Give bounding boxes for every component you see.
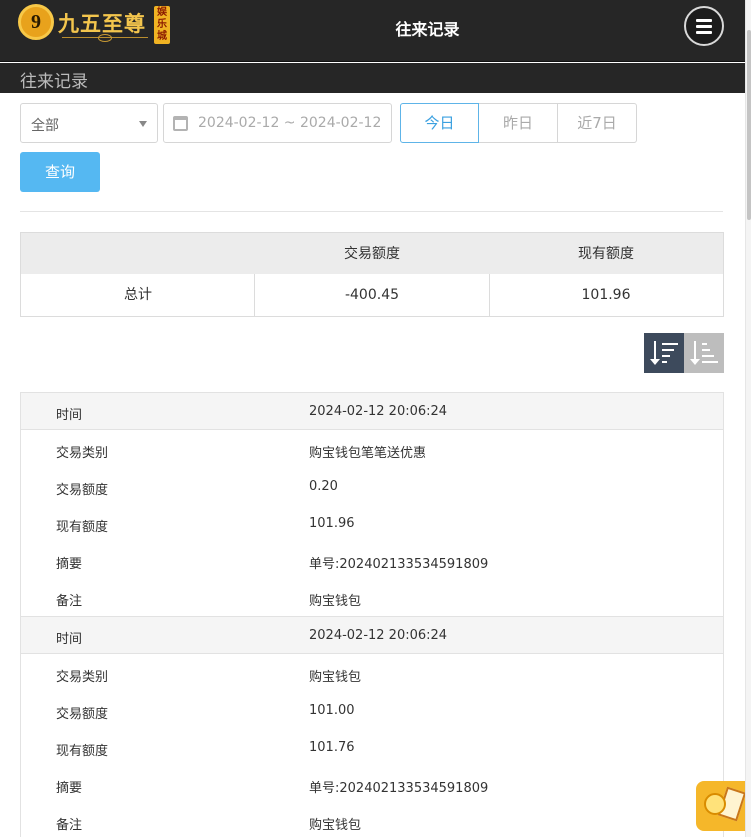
sort-ascending-icon — [694, 341, 696, 361]
calendar-icon — [173, 116, 188, 131]
record-row-time: 时间 2024-02-12 20:06:24 — [21, 617, 723, 654]
caret-down-icon — [139, 121, 147, 127]
record-row: 交易额度 101.00 — [21, 692, 723, 729]
record-value: 单号:202402133534591809 — [309, 781, 489, 796]
record-value: 2024-02-12 20:06:24 — [309, 628, 448, 643]
record-label: 备注 — [56, 594, 83, 609]
top-bar: 9 九五至尊 娱乐城 往来记录 — [0, 0, 745, 62]
sort-descending-icon — [662, 349, 674, 351]
hamburger-menu-icon — [696, 31, 712, 34]
record-value: 购宝钱包笔笔送优惠 — [309, 446, 427, 461]
record-label: 交易类别 — [56, 670, 109, 685]
sort-ascending-button[interactable] — [684, 333, 724, 373]
record-row: 交易类别 购宝钱包笔笔送优惠 — [21, 431, 723, 468]
sort-ascending-icon — [702, 355, 714, 357]
summary-total-balance: 101.96 — [581, 287, 631, 303]
record-row: 现有额度 101.96 — [21, 505, 723, 542]
sort-descending-icon — [654, 341, 656, 361]
record-value: 购宝钱包 — [309, 670, 362, 685]
floating-promo-button[interactable] — [696, 781, 746, 831]
sort-ascending-icon — [690, 359, 700, 365]
summary-total-amount: -400.45 — [344, 287, 400, 303]
record-value: 2024-02-12 20:06:24 — [309, 404, 448, 419]
sort-descending-icon — [662, 343, 678, 345]
range-yesterday-button[interactable]: 昨日 — [479, 103, 558, 143]
scrollbar[interactable] — [745, 0, 751, 837]
summary-col-amount: 交易额度 — [344, 246, 400, 262]
record-label: 摘要 — [56, 781, 83, 796]
menu-button[interactable] — [684, 6, 724, 46]
record-label: 交易额度 — [56, 483, 109, 498]
transaction-type-select[interactable]: 全部 — [20, 103, 158, 143]
summary-row-label: 总计 — [124, 287, 152, 303]
record-row: 交易类别 购宝钱包 — [21, 655, 723, 692]
range-7days-button[interactable]: 近7日 — [558, 103, 637, 143]
record-value: 101.00 — [309, 703, 355, 718]
sort-descending-button[interactable] — [644, 333, 684, 373]
summary-col-balance: 现有额度 — [578, 246, 634, 262]
record-row: 摘要 单号:202402133534591809 — [21, 766, 723, 803]
records-list: 时间 2024-02-12 20:06:24 交易类别 购宝钱包笔笔送优惠 交易… — [20, 392, 724, 837]
divider — [20, 211, 723, 212]
select-value: 全部 — [31, 118, 59, 134]
range-today-button[interactable]: 今日 — [400, 103, 479, 143]
sort-ascending-icon — [702, 361, 718, 363]
sort-descending-icon — [662, 355, 670, 357]
sort-ascending-icon — [702, 343, 707, 345]
section-title: 往来记录 — [20, 72, 88, 92]
record-row: 摘要 单号:202402133534591809 — [21, 542, 723, 579]
record-row: 备注 购宝钱包 — [21, 803, 723, 837]
record-value: 101.76 — [309, 740, 355, 755]
section-header: 往来记录 — [0, 63, 745, 93]
record-value: 101.96 — [309, 516, 355, 531]
hamburger-menu-icon — [696, 25, 712, 28]
record-row: 交易额度 0.20 — [21, 468, 723, 505]
record-label: 现有额度 — [56, 744, 109, 759]
summary-table: 交易额度 现有额度 总计 -400.45 101.96 — [20, 232, 724, 317]
sort-ascending-icon — [702, 349, 710, 351]
sort-descending-icon — [662, 361, 667, 363]
query-button[interactable]: 查询 — [20, 152, 100, 192]
record-value: 购宝钱包 — [309, 594, 362, 609]
page-title: 往来记录 — [395, 20, 460, 39]
record-label: 交易额度 — [56, 707, 109, 722]
coin-icon — [704, 793, 726, 815]
record-label: 摘要 — [56, 557, 83, 572]
record-label: 时间 — [56, 408, 83, 423]
record-label: 时间 — [56, 632, 83, 647]
record-label: 现有额度 — [56, 520, 109, 535]
sort-descending-icon — [650, 359, 660, 365]
record-label: 备注 — [56, 818, 83, 833]
record-value: 0.20 — [309, 479, 338, 494]
hamburger-menu-icon — [696, 19, 712, 22]
record-label: 交易类别 — [56, 446, 109, 461]
record-value: 购宝钱包 — [309, 818, 362, 833]
scrollbar-thumb[interactable] — [747, 30, 751, 220]
record-row: 现有额度 101.76 — [21, 729, 723, 766]
record-row-time: 时间 2024-02-12 20:06:24 — [21, 393, 723, 430]
record-row: 备注 购宝钱包 — [21, 579, 723, 616]
record-value: 单号:202402133534591809 — [309, 557, 489, 572]
date-range-value: 2024-02-12 ~ 2024-02-12 — [198, 115, 382, 131]
date-range-input[interactable]: 2024-02-12 ~ 2024-02-12 — [163, 103, 392, 143]
